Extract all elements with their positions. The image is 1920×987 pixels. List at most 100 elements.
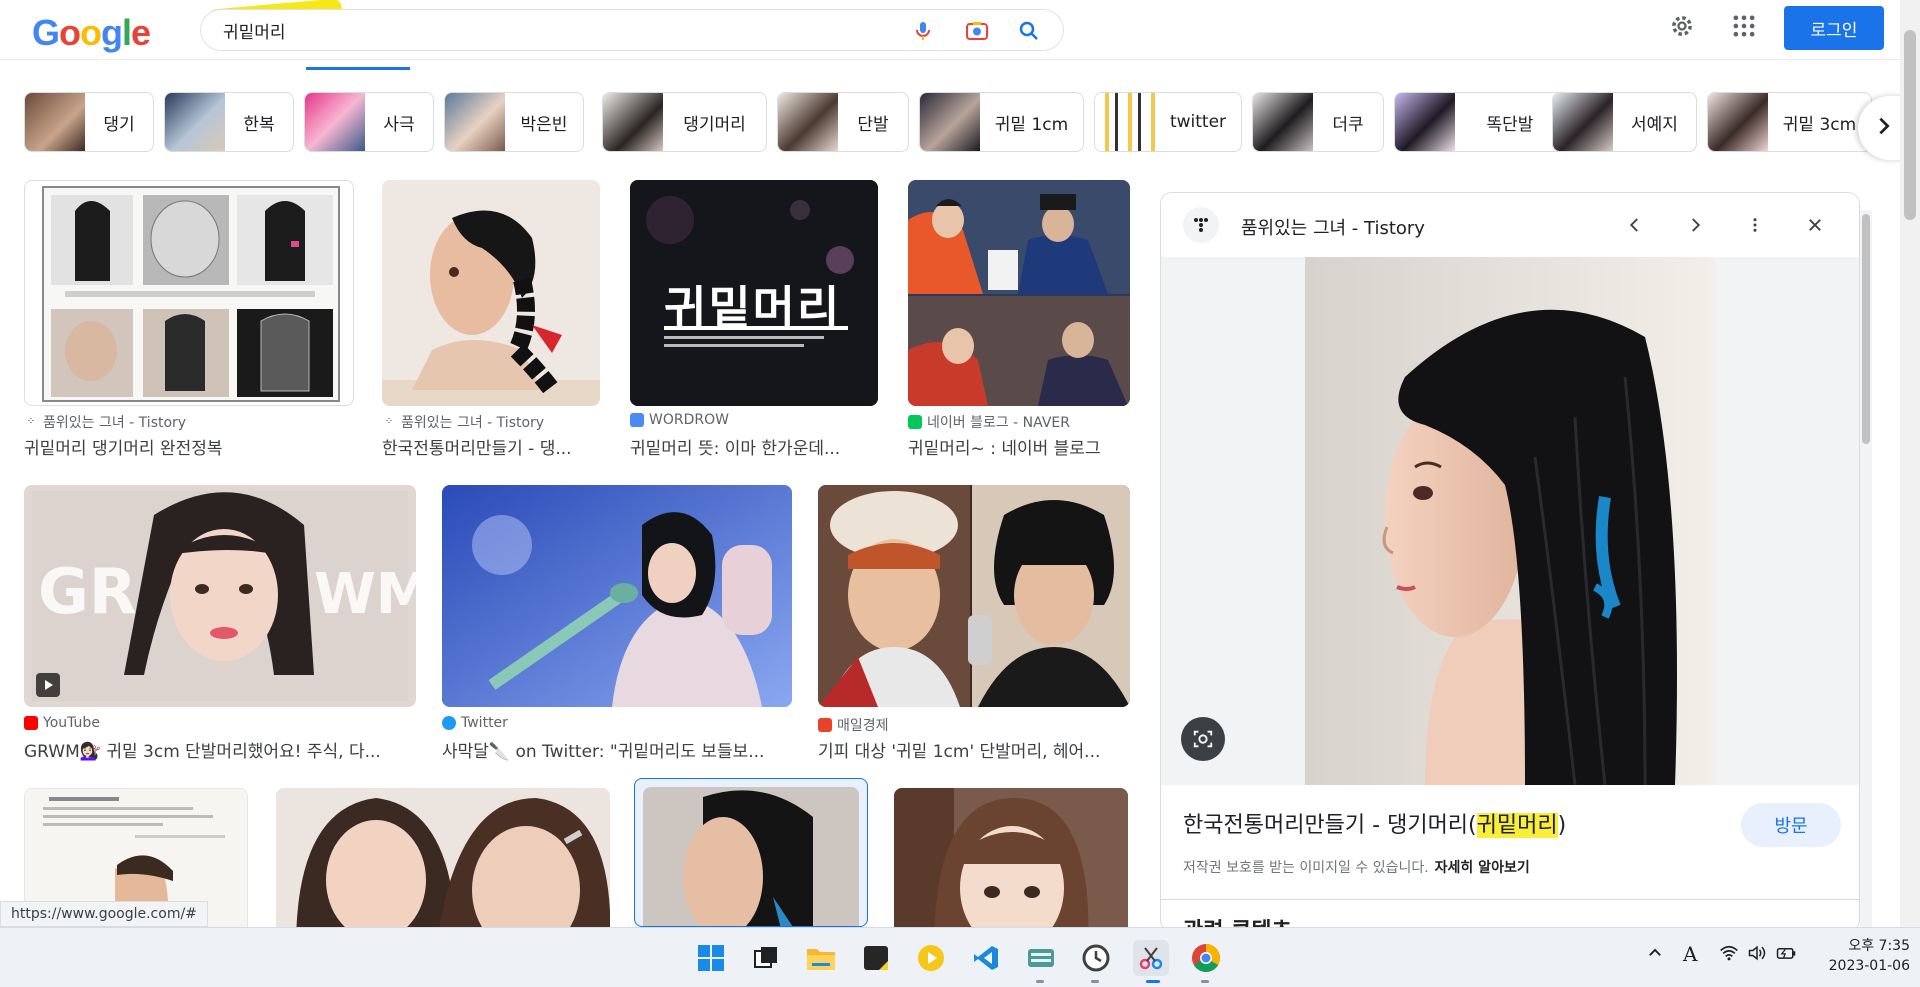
result-image[interactable]: 귀밑머리 — [630, 180, 878, 406]
chip-똑단발[interactable]: 똑단발 — [1394, 92, 1566, 152]
chip-label: 똑단발 — [1486, 114, 1534, 135]
tistory-logo-icon[interactable] — [1183, 207, 1219, 243]
clock-app-icon[interactable] — [1078, 940, 1114, 976]
chevron-right-icon[interactable] — [1681, 211, 1709, 239]
result-image[interactable] — [276, 788, 610, 927]
result-image[interactable]: GR WM — [24, 485, 416, 707]
result-source: 네이버 블로그 - NAVER — [908, 412, 1070, 432]
result-title[interactable]: 사막달🔪 on Twitter: "귀밑머리도 보들보... — [442, 737, 792, 762]
panel-title[interactable]: 한국전통머리만들기 - 댕기머리(귀밑머리) — [1183, 807, 1566, 839]
result-image[interactable] — [643, 787, 859, 926]
result-source: ⁘ 품위있는 그녀 - Tistory — [24, 412, 186, 432]
browser-window: { "header": { "logo_letters": ["G", "o",… — [0, 0, 1920, 987]
window-scrollbar-thumb[interactable] — [1904, 30, 1916, 220]
chip-thumbnail — [920, 93, 980, 151]
file-explorer-icon[interactable] — [803, 940, 839, 976]
result-source-text: 품위있는 그녀 - Tistory — [43, 415, 187, 431]
result-title[interactable]: 기피 대상 '귀밑 1cm' 단발머리, 헤어... — [818, 737, 1132, 762]
search-box[interactable] — [200, 9, 1064, 51]
image-result[interactable]: GR WM YouTube GRWM💇🏻‍♀️ 귀밑 3cm 단발머리했어요! … — [24, 485, 416, 765]
keyboard-app-icon[interactable] — [1023, 940, 1059, 976]
chrome-icon[interactable] — [1188, 940, 1224, 976]
image-result[interactable]: 네이버 블로그 - NAVER 귀밑머리~ : 네이버 블로그 — [908, 180, 1132, 460]
result-image[interactable] — [818, 485, 1130, 707]
svg-text:WM: WM — [314, 562, 416, 627]
chip-thumbnail — [1253, 93, 1313, 151]
result-title[interactable]: 귀밑머리 뜻: 이마 한가운데... — [630, 434, 880, 459]
image-result[interactable]: ⁘ 품위있는 그녀 - Tistory 한국전통머리만들기 - 댕... — [382, 180, 602, 460]
sticky-notes-icon[interactable] — [858, 940, 894, 976]
chip-사극[interactable]: 사극 — [304, 92, 434, 152]
result-image[interactable] — [442, 485, 792, 707]
windows-start-icon[interactable] — [693, 940, 729, 976]
status-url-bar: https://www.google.com/# — [0, 901, 208, 927]
apps-grid-icon[interactable] — [1730, 12, 1758, 45]
result-source-text: WORDROW — [649, 412, 729, 428]
chip-label: 서예지 — [1631, 114, 1678, 135]
wordrow-image-text: 귀밑머리 — [664, 281, 842, 335]
google-logo[interactable]: Google — [32, 12, 151, 54]
window-scrollbar[interactable] — [1900, 0, 1920, 927]
wordrow-icon — [630, 413, 644, 427]
chevron-left-icon[interactable] — [1621, 211, 1649, 239]
result-title[interactable]: 귀밑머리 댕기머리 완전정복 — [24, 434, 354, 459]
result-image[interactable] — [382, 180, 600, 406]
image-result[interactable]: 매일경제 기피 대상 '귀밑 1cm' 단발머리, 헤어... — [818, 485, 1132, 765]
visit-button[interactable]: 방문 — [1741, 803, 1841, 847]
chip-더쿠[interactable]: 더쿠 — [1252, 92, 1384, 152]
speaker-icon[interactable] — [1747, 944, 1767, 967]
camera-lens-icon[interactable] — [965, 19, 989, 43]
result-source: YouTube — [24, 715, 100, 731]
image-result[interactable] — [894, 788, 1130, 927]
google-lens-button[interactable] — [1181, 717, 1225, 761]
chip-서예지[interactable]: 서예지 — [1552, 92, 1697, 152]
chip-label: 한복 — [243, 114, 275, 135]
media-player-icon[interactable] — [913, 940, 949, 976]
mic-icon[interactable] — [911, 19, 935, 43]
image-result[interactable] — [276, 788, 612, 927]
panel-image-area — [1161, 257, 1859, 785]
chevron-up-icon[interactable] — [1646, 944, 1664, 967]
search-input[interactable] — [223, 18, 863, 42]
system-clock[interactable]: 오후 7:35 2023-01-06 — [1810, 936, 1910, 976]
chip-박은빈[interactable]: 박은빈 — [444, 92, 584, 152]
chip-twitter[interactable]: twitter — [1094, 92, 1242, 152]
image-result[interactable]: Twitter 사막달🔪 on Twitter: "귀밑머리도 보들보... — [442, 485, 792, 765]
chip-label: 댕기머리 — [683, 114, 746, 135]
result-image[interactable] — [894, 788, 1128, 927]
more-options-icon[interactable] — [1741, 211, 1769, 239]
result-source: 매일경제 — [818, 715, 889, 735]
chip-단발[interactable]: 단발 — [777, 92, 909, 152]
image-result[interactable]: 귀밑머리 WORDROW 귀밑머리 뜻: 이마 한가운데... — [630, 180, 880, 460]
panel-scrollbar[interactable] — [1860, 210, 1872, 932]
battery-icon[interactable] — [1775, 944, 1797, 967]
gear-icon[interactable] — [1668, 12, 1696, 45]
result-title[interactable]: GRWM💇🏻‍♀️ 귀밑 3cm 단발머리했어요! 주식, 다... — [24, 737, 416, 762]
wifi-icon[interactable] — [1719, 944, 1739, 967]
snipping-tool-icon[interactable] — [1133, 940, 1169, 976]
panel-title-text: 한국전통머리만들기 - 댕기머리( — [1183, 813, 1477, 838]
result-title[interactable]: 한국전통머리만들기 - 댕... — [382, 434, 602, 459]
result-image[interactable] — [24, 180, 354, 406]
chip-label: 귀밑 3cm — [1782, 114, 1857, 135]
close-icon[interactable] — [1801, 211, 1829, 239]
chip-댕기머리[interactable]: 댕기머리 — [602, 92, 767, 152]
chip-귀밑-1cm[interactable]: 귀밑 1cm — [919, 92, 1084, 152]
result-title[interactable]: 귀밑머리~ : 네이버 블로그 — [908, 434, 1132, 459]
vscode-icon[interactable] — [968, 940, 1004, 976]
chip-댕기[interactable]: 댕기 — [24, 92, 154, 152]
image-result[interactable]: ⁘ 품위있는 그녀 - Tistory 귀밑머리 댕기머리 완전정복 — [24, 180, 354, 460]
image-result-selected[interactable] — [634, 778, 868, 927]
task-view-icon[interactable] — [748, 940, 784, 976]
chip-귀밑-3cm[interactable]: 귀밑 3cm — [1707, 92, 1872, 152]
chip-한복[interactable]: 한복 — [164, 92, 294, 152]
ime-indicator[interactable]: A — [1683, 942, 1697, 966]
search-icon[interactable] — [1017, 19, 1041, 43]
images-tab-indicator — [306, 67, 410, 70]
learn-more-link[interactable]: 자세히 알아보기 — [1435, 860, 1530, 876]
panel-preview-image[interactable] — [1305, 257, 1715, 785]
result-image[interactable] — [908, 180, 1130, 406]
panel-source-name[interactable]: 품위있는 그녀 - Tistory — [1241, 214, 1425, 240]
login-button[interactable]: 로그인 — [1784, 6, 1884, 50]
panel-scrollbar-thumb[interactable] — [1862, 214, 1870, 444]
